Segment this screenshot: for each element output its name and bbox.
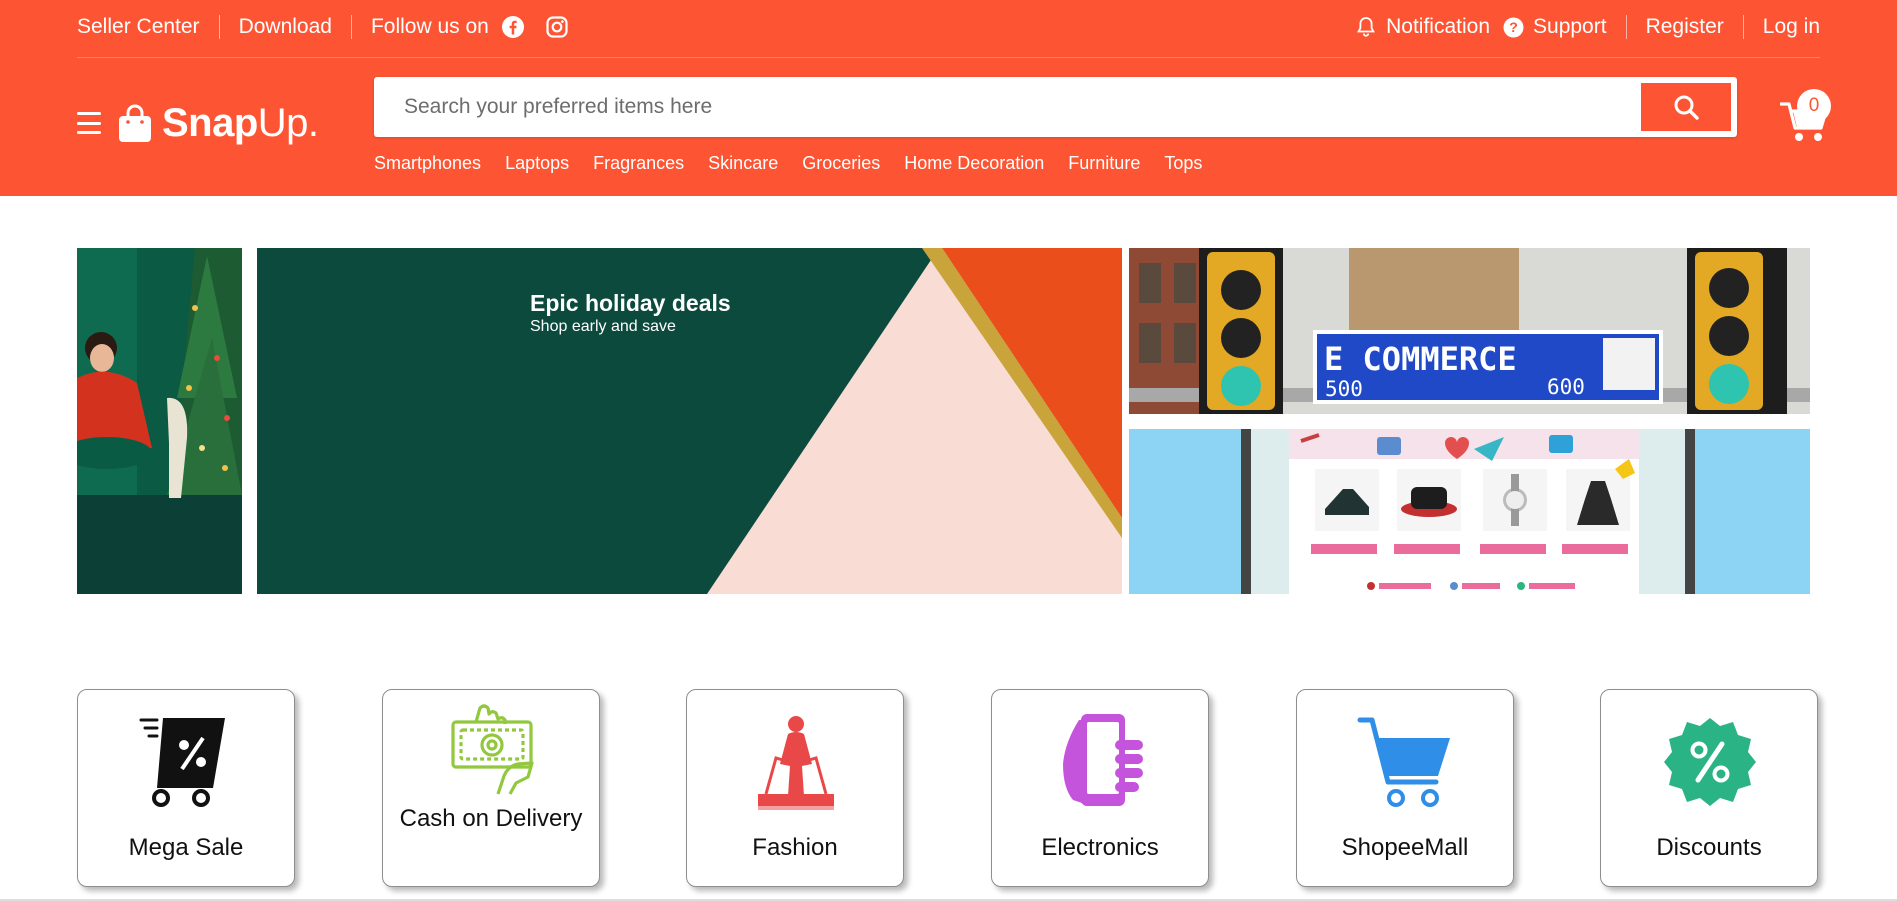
- logo-bold: Snap: [162, 101, 258, 145]
- shopping-bag-icon[interactable]: [118, 104, 152, 142]
- category-link-skincare[interactable]: Skincare: [708, 153, 778, 174]
- ecommerce-sign-banner[interactable]: E COMMERCE 500 600: [1129, 248, 1810, 414]
- feature-card-fashion[interactable]: Fashion: [686, 689, 904, 887]
- facebook-icon[interactable]: [501, 15, 525, 39]
- bell-icon: [1355, 16, 1377, 38]
- register-link[interactable]: Register: [1646, 13, 1724, 41]
- sign-number-right: 600: [1547, 375, 1585, 399]
- category-link-fragrances[interactable]: Fragrances: [593, 153, 684, 174]
- logo-thin: Up.: [257, 101, 319, 145]
- instagram-icon[interactable]: [545, 15, 569, 39]
- hero-promo-banner[interactable]: Epic holiday deals Shop early and save: [257, 248, 1122, 594]
- sign-number-left: 500: [1325, 377, 1363, 401]
- feature-card-discounts[interactable]: Discounts: [1600, 689, 1818, 887]
- top-bar-left: Seller Center Download Follow us on: [77, 13, 569, 41]
- category-link-smartphones[interactable]: Smartphones: [374, 153, 481, 174]
- online-shop-illustration: [1129, 429, 1810, 594]
- divider: [350, 15, 352, 39]
- promo-title: Epic holiday deals: [530, 290, 731, 316]
- divider: [218, 15, 220, 39]
- support-link[interactable]: Support: [1533, 13, 1607, 41]
- category-link-tops[interactable]: Tops: [1164, 153, 1202, 174]
- feature-label: Electronics: [1041, 834, 1159, 861]
- ecommerce-street-sign-image: E COMMERCE 500 600: [1129, 248, 1810, 414]
- feature-card-shopeemall[interactable]: ShopeeMall: [1296, 689, 1514, 887]
- help-icon: ?: [1502, 16, 1524, 38]
- login-link[interactable]: Log in: [1763, 13, 1820, 41]
- discount-badge-icon: [1660, 712, 1760, 812]
- site-header: Seller Center Download Follow us on Noti…: [0, 0, 1897, 196]
- search-input[interactable]: [374, 77, 1639, 137]
- search-bar: [374, 77, 1737, 137]
- category-link-laptops[interactable]: Laptops: [505, 153, 569, 174]
- follow-us-label: Follow us on: [370, 15, 489, 38]
- notification-link[interactable]: Notification: [1386, 13, 1490, 41]
- feature-label: Discounts: [1656, 834, 1762, 861]
- feature-label: Mega Sale: [128, 834, 244, 861]
- cart-count-badge: 0: [1797, 89, 1831, 123]
- brand: SnapUp.: [77, 103, 319, 143]
- feature-label: Fashion: [752, 834, 838, 861]
- holiday-party-image: [77, 248, 242, 594]
- feature-card-electronics[interactable]: Electronics: [991, 689, 1209, 887]
- sign-text: E COMMERCE: [1324, 340, 1517, 378]
- shopping-cart-icon: [1356, 712, 1456, 812]
- holiday-banner-slide[interactable]: [77, 248, 242, 594]
- search-button[interactable]: [1641, 83, 1731, 131]
- category-link-furniture[interactable]: Furniture: [1068, 153, 1140, 174]
- feature-label: ShopeeMall: [1341, 834, 1469, 861]
- search-icon: [1674, 95, 1699, 120]
- category-link-home-decoration[interactable]: Home Decoration: [904, 153, 1044, 174]
- top-bar: Seller Center Download Follow us on Noti…: [77, 0, 1820, 58]
- fashion-icon: [746, 712, 846, 812]
- top-bar-right: Notification ? Support Register Log in: [1355, 13, 1820, 41]
- cash-on-delivery-icon: [442, 700, 542, 800]
- svg-text:?: ?: [1509, 19, 1518, 35]
- divider: [1625, 15, 1627, 39]
- feature-card-mega-sale[interactable]: Mega Sale: [77, 689, 295, 887]
- download-link[interactable]: Download: [239, 13, 332, 41]
- feature-label: Cash on Delivery: [399, 805, 583, 832]
- feature-card-cash-on-delivery[interactable]: Cash on Delivery: [382, 689, 600, 887]
- seller-center-link[interactable]: Seller Center: [77, 13, 200, 41]
- mega-sale-icon: [137, 712, 237, 812]
- electronics-icon: [1051, 712, 1151, 812]
- category-link-groceries[interactable]: Groceries: [802, 153, 880, 174]
- hamburger-menu-icon[interactable]: [77, 112, 101, 134]
- logo[interactable]: SnapUp.: [162, 103, 319, 143]
- divider: [1742, 15, 1744, 39]
- online-shop-banner[interactable]: [1129, 429, 1810, 594]
- category-nav: Smartphones Laptops Fragrances Skincare …: [374, 153, 1226, 174]
- promo-subtitle: Shop early and save: [530, 318, 676, 335]
